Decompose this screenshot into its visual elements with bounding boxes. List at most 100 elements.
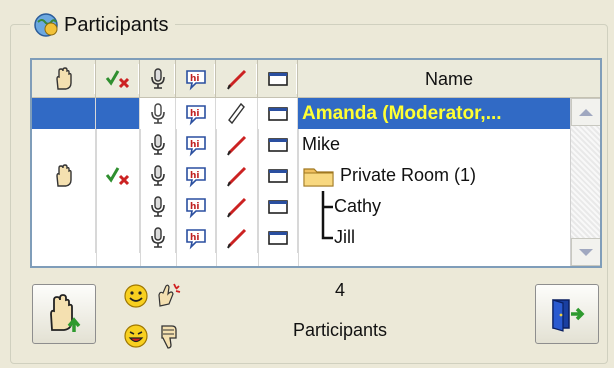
column-chat[interactable]: hi [176, 60, 216, 98]
smile-icon[interactable] [122, 282, 150, 310]
screen-cell[interactable] [258, 129, 298, 160]
thumbs-down-icon[interactable] [154, 322, 182, 350]
participant-name: Cathy [334, 196, 382, 216]
laugh-icon[interactable] [122, 322, 150, 350]
participant-count-label: Participants [292, 320, 388, 340]
chat-cell[interactable]: hi [176, 191, 216, 222]
participant-count: 4 [334, 280, 345, 300]
yes-no-vote-icon [105, 166, 129, 185]
participants-footer: 4 Participants [30, 272, 602, 360]
raise-hand-icon [50, 294, 81, 332]
microphone-icon [150, 226, 165, 248]
vote-cell [96, 222, 140, 253]
exit-door-icon [552, 299, 585, 332]
screen-icon [267, 199, 288, 214]
mic-cell[interactable] [140, 98, 176, 129]
screen-cell[interactable] [258, 191, 298, 222]
chat-bubble-icon: hi [185, 70, 206, 91]
mic-cell[interactable] [140, 222, 176, 253]
screen-cell[interactable] [258, 222, 298, 253]
hand-cell [32, 160, 96, 191]
screen-cell[interactable] [258, 98, 298, 129]
scroll-down-button[interactable] [571, 238, 600, 266]
exit-room-button[interactable] [535, 284, 599, 344]
svg-text:hi: hi [190, 109, 200, 119]
participant-name: Jill [334, 227, 355, 247]
mic-cell[interactable] [140, 129, 176, 160]
pencil-outline-icon [227, 102, 245, 124]
column-name[interactable]: Name [298, 60, 600, 98]
arrow-up-icon [579, 108, 593, 116]
pencil-icon [226, 197, 246, 217]
participant-row-cathy[interactable]: hi Cathy [32, 191, 572, 222]
tree-branch-icon [321, 191, 333, 222]
participants-legend: Participants [30, 8, 175, 42]
mic-cell[interactable] [140, 191, 176, 222]
folder-icon [303, 167, 334, 187]
chat-bubble-icon: hi [185, 135, 206, 156]
column-screen[interactable] [258, 60, 298, 98]
column-hand[interactable] [32, 60, 96, 98]
microphone-icon [150, 195, 165, 217]
microphone-icon [150, 164, 165, 186]
screen-icon [267, 72, 288, 86]
tree-last-icon [321, 222, 333, 240]
pencil-icon [226, 166, 246, 186]
participants-title: Participants [64, 13, 169, 36]
participants-globe-icon [32, 10, 62, 40]
chat-bubble-icon: hi [185, 228, 206, 249]
svg-text:hi: hi [190, 233, 200, 243]
vote-cell [96, 191, 140, 222]
microphone-icon [150, 102, 165, 124]
microphone-icon [150, 68, 165, 89]
pencil-icon [226, 69, 246, 90]
svg-text:hi: hi [190, 140, 200, 150]
microphone-icon [150, 133, 165, 155]
draw-cell[interactable] [216, 191, 258, 222]
participant-row-jill[interactable]: hi Jill [32, 222, 572, 253]
list-header: hi Name [32, 60, 600, 98]
hand-cell [32, 222, 96, 253]
chat-cell[interactable]: hi [176, 222, 216, 253]
svg-text:hi: hi [190, 74, 200, 84]
chat-bubble-icon: hi [185, 104, 206, 125]
vote-cell[interactable] [96, 160, 140, 191]
participant-row-mike[interactable]: hi Mike [32, 129, 572, 160]
chat-bubble-icon: hi [185, 197, 206, 218]
screen-icon [267, 168, 288, 183]
pencil-icon [226, 228, 246, 248]
yes-no-vote-icon [105, 70, 129, 89]
chat-cell[interactable]: hi [176, 160, 216, 191]
participant-row-amanda[interactable]: hi Amanda (Moderator,... [32, 98, 572, 129]
screen-cell[interactable] [258, 160, 298, 191]
hand-cell [32, 129, 96, 160]
svg-text:hi: hi [190, 202, 200, 212]
participant-name: Private Room (1) [340, 165, 477, 185]
chat-cell[interactable]: hi [176, 129, 216, 160]
applause-icon[interactable] [154, 280, 182, 308]
column-draw[interactable] [216, 60, 258, 98]
draw-cell[interactable] [216, 222, 258, 253]
draw-cell[interactable] [216, 160, 258, 191]
vertical-scrollbar[interactable] [570, 98, 600, 266]
mic-cell[interactable] [140, 160, 176, 191]
hand-raise-icon [55, 67, 72, 90]
screen-icon [267, 106, 288, 121]
hand-raise-icon [55, 163, 72, 187]
participant-row-private-room[interactable]: hi Private Room (1) [32, 160, 572, 191]
scroll-up-button[interactable] [571, 98, 600, 126]
participant-name: Amanda (Moderator,... [298, 98, 572, 129]
chat-cell[interactable]: hi [176, 98, 216, 129]
svg-text:hi: hi [190, 171, 200, 181]
arrow-down-icon [579, 248, 593, 256]
draw-cell[interactable] [216, 129, 258, 160]
draw-cell[interactable] [216, 98, 258, 129]
vote-cell [96, 129, 140, 160]
column-mic[interactable] [140, 60, 176, 98]
column-vote[interactable] [96, 60, 140, 98]
participants-list[interactable]: hi Name hi Amanda (Moderator,... hi Mike… [30, 58, 602, 268]
hand-cell [32, 191, 96, 222]
raise-hand-button[interactable] [32, 284, 96, 344]
vote-cell [96, 98, 140, 129]
screen-icon [267, 137, 288, 152]
